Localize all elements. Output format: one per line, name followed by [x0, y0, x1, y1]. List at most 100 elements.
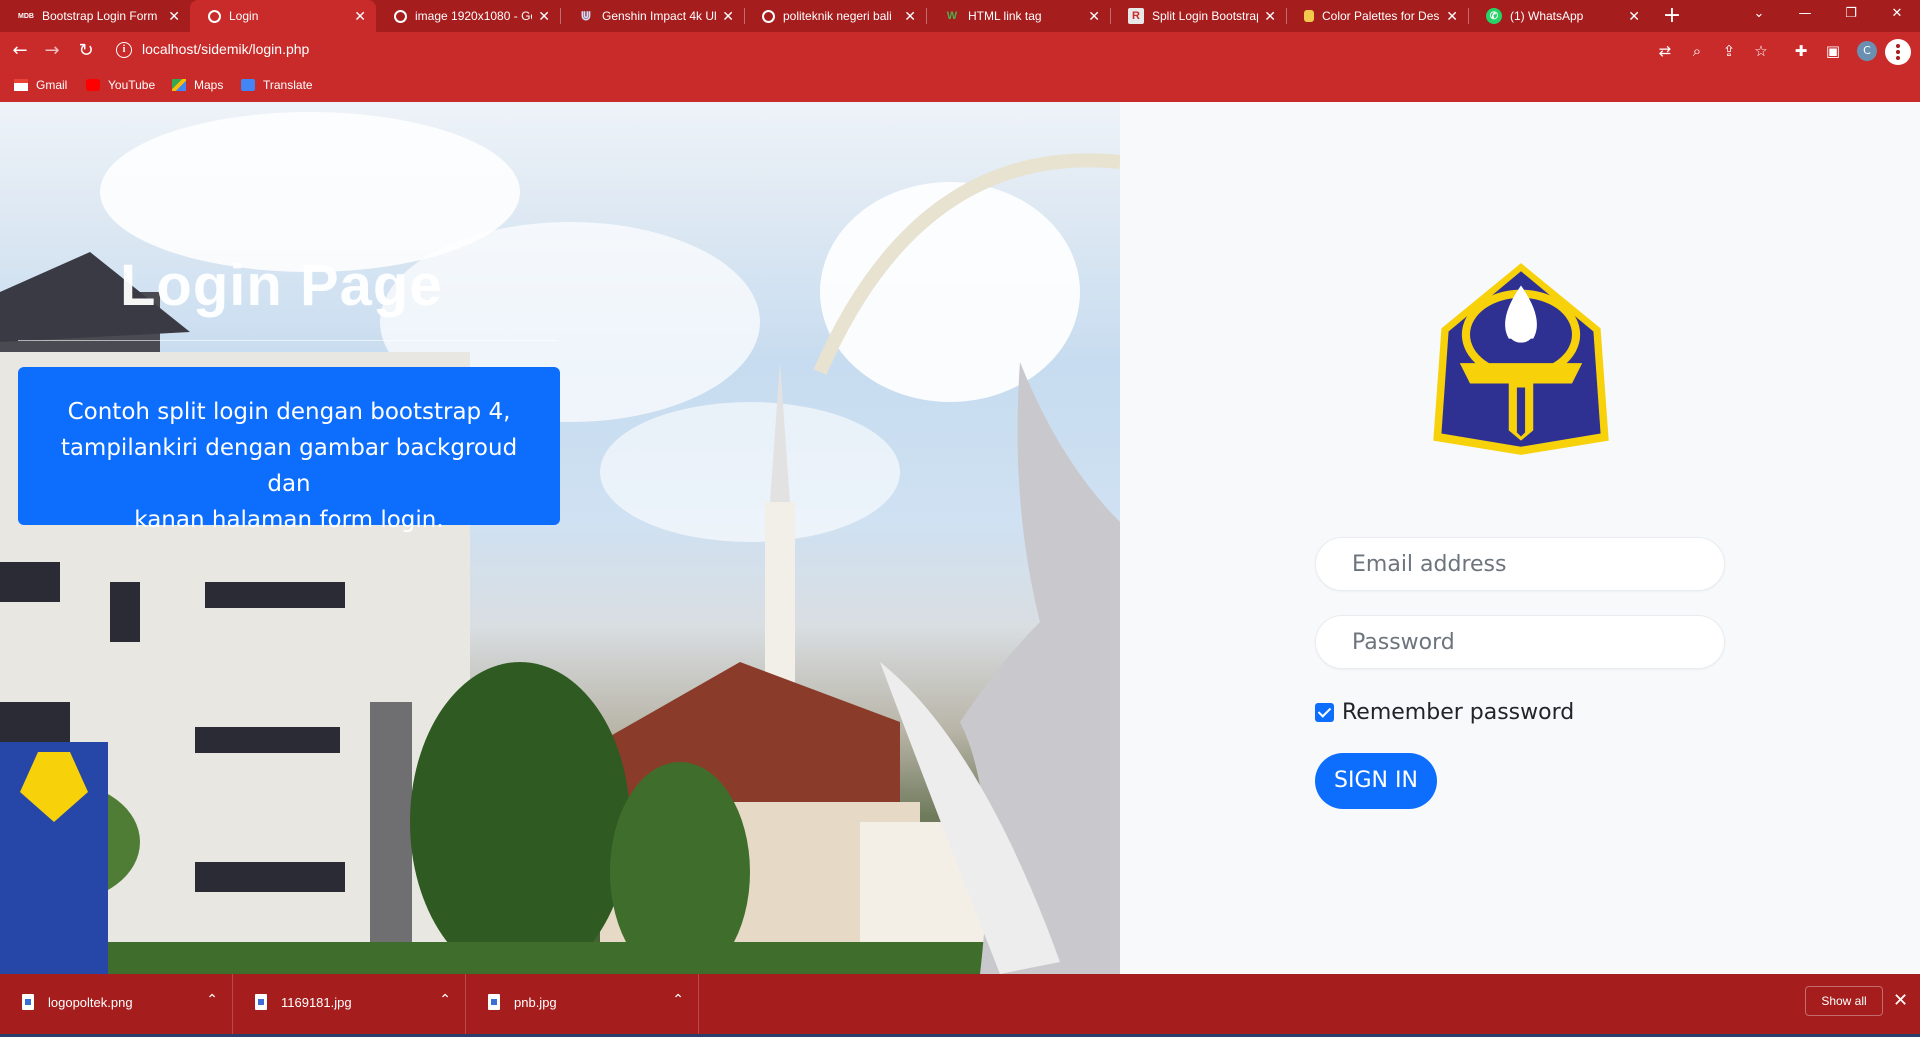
- password-field[interactable]: [1315, 615, 1725, 669]
- intro-line: tampilankiri dengan gambar backgroud dan: [60, 435, 518, 497]
- tab-title: Split Login Bootstrap: [1152, 9, 1259, 23]
- tab-politeknik[interactable]: politeknik negeri bali ✕: [744, 0, 926, 32]
- restore-icon[interactable]: ❐: [1828, 0, 1874, 32]
- download-filename: 1169181.jpg: [281, 995, 352, 1010]
- bookmarks-bar: Gmail YouTube Maps Translate: [0, 70, 1920, 102]
- translate-page-icon[interactable]: ⇄: [1654, 40, 1676, 62]
- extensions-icon[interactable]: ✚: [1790, 40, 1812, 62]
- tab-image-search[interactable]: image 1920x1080 - Go ✕: [376, 0, 560, 32]
- maps-icon: [172, 79, 186, 91]
- bookmark-label: Translate: [263, 78, 313, 92]
- reload-icon[interactable]: ↻: [74, 39, 98, 63]
- mdb-icon: MDB: [18, 12, 34, 20]
- zoom-icon[interactable]: ⌕: [1686, 40, 1708, 62]
- bookmark-star-icon[interactable]: ☆: [1750, 40, 1772, 62]
- bookmark-label: YouTube: [108, 78, 156, 92]
- minimize-icon[interactable]: —: [1782, 0, 1828, 32]
- download-filename: pnb.jpg: [514, 995, 557, 1010]
- bookmark-youtube[interactable]: YouTube: [86, 78, 155, 92]
- remember-checkbox[interactable]: [1315, 703, 1334, 722]
- tab-html-link[interactable]: W HTML link tag ✕: [926, 0, 1110, 32]
- intro-card: Contoh split login dengan bootstrap 4, t…: [18, 367, 560, 533]
- close-tab-icon[interactable]: ✕: [1264, 9, 1276, 23]
- email-field[interactable]: [1315, 537, 1725, 591]
- close-tab-icon[interactable]: ✕: [538, 9, 550, 23]
- close-tab-icon[interactable]: ✕: [1628, 9, 1640, 23]
- page-viewport: Login Page Contoh split login dengan boo…: [0, 102, 1920, 974]
- back-arrow-icon[interactable]: ←: [8, 39, 32, 63]
- share-icon[interactable]: ⇪: [1718, 40, 1740, 62]
- address-bar[interactable]: i localhost/sidemik/login.php: [110, 36, 1890, 66]
- download-item[interactable]: 1169181.jpg ⌃: [233, 974, 466, 1034]
- remember-label[interactable]: Remember password: [1342, 700, 1574, 725]
- tab-whatsapp[interactable]: ✆ (1) WhatsApp ✕: [1468, 0, 1650, 32]
- translate-icon: [241, 79, 255, 91]
- tab-title: politeknik negeri bali: [783, 9, 892, 23]
- poltek-logo: [1433, 263, 1609, 455]
- chevron-up-icon[interactable]: ⌃: [439, 992, 451, 1008]
- tab-genshin[interactable]: ⋓ Genshin Impact 4k Ult ✕: [560, 0, 744, 32]
- bookmark-gmail[interactable]: Gmail: [14, 78, 67, 92]
- hero-divider: [18, 340, 558, 341]
- tab-title: Login: [229, 9, 259, 23]
- close-tab-icon[interactable]: ✕: [1088, 9, 1100, 23]
- side-panel-icon[interactable]: ▣: [1822, 40, 1844, 62]
- close-tab-icon[interactable]: ✕: [904, 9, 916, 23]
- intro-line: Contoh split login dengan bootstrap 4,: [67, 399, 511, 425]
- browser-toolbar: ← → ↻ i localhost/sidemik/login.php ⇄ ⌕ …: [0, 32, 1920, 70]
- chevron-up-icon[interactable]: ⌃: [672, 992, 684, 1008]
- tab-title: image 1920x1080 - Go: [415, 9, 533, 23]
- browser-menu-icon[interactable]: [1885, 39, 1911, 65]
- download-item[interactable]: pnb.jpg ⌃: [466, 974, 699, 1034]
- close-tab-icon[interactable]: ✕: [354, 9, 366, 23]
- tab-title: Color Palettes for Des: [1322, 9, 1440, 23]
- close-tab-icon[interactable]: ✕: [168, 9, 180, 23]
- hero-background: Login Page Contoh split login dengan boo…: [0, 102, 1120, 974]
- bookmark-label: Maps: [194, 78, 224, 92]
- r-icon: R: [1128, 8, 1144, 24]
- tab-title: (1) WhatsApp: [1510, 9, 1584, 23]
- bookmark-label: Gmail: [36, 78, 68, 92]
- file-icon: [255, 994, 267, 1010]
- bookmark-translate[interactable]: Translate: [241, 78, 313, 92]
- login-panel: Remember password SIGN IN: [1120, 102, 1920, 974]
- file-icon: [22, 994, 34, 1010]
- youtube-icon: [86, 79, 100, 91]
- hero-title: Login Page: [120, 253, 443, 318]
- new-tab-button[interactable]: +: [1658, 4, 1686, 28]
- profile-avatar[interactable]: C: [1857, 41, 1877, 61]
- close-icon[interactable]: ✕: [1893, 990, 1908, 1011]
- tab-title: Bootstrap Login Form: [42, 9, 158, 23]
- campus-scene: [0, 153, 1120, 974]
- tab-split-login[interactable]: R Split Login Bootstrap ✕: [1110, 0, 1286, 32]
- remember-password[interactable]: Remember password: [1315, 700, 1574, 725]
- google-icon: [762, 9, 775, 23]
- intro-line: kanan halaman form login.: [134, 507, 444, 533]
- file-icon: [488, 994, 500, 1010]
- google-icon: [394, 9, 407, 23]
- gmail-icon: [14, 79, 28, 91]
- show-all-button[interactable]: Show all: [1805, 986, 1883, 1016]
- tab-color-palettes[interactable]: Color Palettes for Des ✕: [1286, 0, 1468, 32]
- close-window-icon[interactable]: ✕: [1874, 0, 1920, 32]
- globe-icon: [208, 9, 221, 23]
- site-info-icon[interactable]: i: [116, 42, 132, 58]
- download-item[interactable]: logopoltek.png ⌃: [0, 974, 233, 1034]
- close-tab-icon[interactable]: ✕: [722, 9, 734, 23]
- tab-login[interactable]: Login ✕: [190, 0, 376, 32]
- w3-icon: W: [946, 10, 958, 22]
- bookmark-maps[interactable]: Maps: [172, 78, 223, 92]
- wallpaper-icon: ⋓: [580, 8, 592, 23]
- tab-search-icon[interactable]: ⌄: [1736, 0, 1782, 32]
- tab-title: HTML link tag: [968, 9, 1042, 23]
- tab-bootstrap-login-form[interactable]: MDB Bootstrap Login Form ✕: [0, 0, 190, 32]
- address-url[interactable]: localhost/sidemik/login.php: [142, 41, 309, 57]
- forward-arrow-icon[interactable]: →: [40, 39, 64, 63]
- close-tab-icon[interactable]: ✕: [1446, 9, 1458, 23]
- palette-icon: [1304, 10, 1314, 22]
- download-filename: logopoltek.png: [48, 995, 133, 1010]
- download-shelf: logopoltek.png ⌃ 1169181.jpg ⌃ pnb.jpg ⌃…: [0, 974, 1920, 1034]
- chevron-up-icon[interactable]: ⌃: [206, 992, 218, 1008]
- tab-strip: MDB Bootstrap Login Form ✕ Login ✕ image…: [0, 0, 1920, 32]
- sign-in-button[interactable]: SIGN IN: [1315, 753, 1437, 809]
